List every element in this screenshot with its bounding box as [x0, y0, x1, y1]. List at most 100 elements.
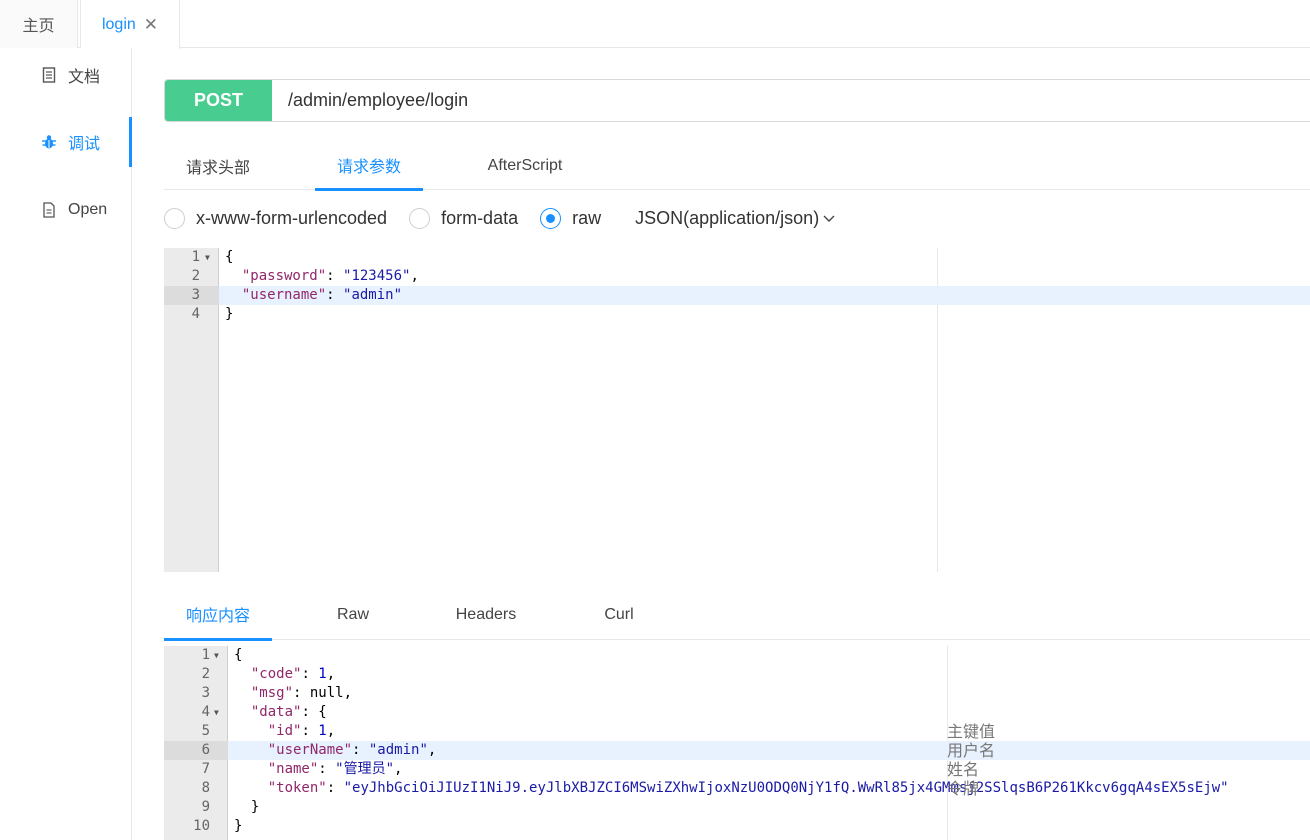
radio-raw[interactable]: raw — [540, 207, 602, 229]
radio-circle[interactable] — [164, 207, 185, 229]
http-method-badge[interactable]: POST — [165, 80, 272, 121]
radio-circle-selected[interactable] — [540, 207, 562, 229]
json-value: 1 — [318, 666, 327, 682]
content-type-label: JSON(application/json) — [635, 207, 820, 228]
sidebar-item-docs-label: 文档 — [68, 69, 101, 86]
code-line: "userName": "admin", — [267, 742, 437, 758]
code-line: { — [234, 647, 243, 663]
code-line: "code": 1, — [250, 666, 336, 682]
sidebar-item-debug-label: 调试 — [68, 136, 101, 153]
request-body-editor[interactable]: 1 ▼ 2 3 4 { "password": "123456", "usern… — [164, 248, 1310, 572]
field-annotation: 用户名 — [947, 741, 996, 760]
line-number: 7 — [201, 761, 210, 777]
field-annotation: 姓名 — [947, 760, 980, 779]
url-input[interactable]: /admin/employee/login — [272, 80, 468, 121]
file-icon — [40, 202, 58, 218]
fold-arrow-icon[interactable]: ▼ — [214, 708, 219, 717]
content-type-dropdown[interactable]: JSON(application/json) — [635, 208, 835, 229]
sidebar-item-debug[interactable]: 调试 — [0, 117, 132, 167]
side-nav: 文档 调试 Open — [0, 48, 132, 840]
line-number: 1 — [201, 647, 210, 663]
radio-urlencoded-label: x-www-form-urlencoded — [196, 207, 388, 228]
json-value: "eyJhbGciOiJIUzI1NiJ9.eyJlbXBJZCI6MSwiZX… — [343, 780, 1229, 796]
line-number: 1 — [191, 249, 200, 265]
body-type-selector: x-www-form-urlencoded form-data raw JSON… — [164, 200, 835, 236]
code-line: { — [225, 248, 233, 267]
json-value: "admin" — [368, 742, 428, 758]
tab-login-label: login — [101, 15, 136, 33]
chevron-down-icon — [823, 210, 835, 226]
tab-login[interactable]: login ✕ — [80, 0, 180, 49]
close-icon[interactable]: ✕ — [144, 15, 158, 35]
radio-raw-label: raw — [572, 207, 602, 228]
json-key: "token" — [267, 780, 327, 796]
line-number: 9 — [201, 799, 210, 815]
line-number: 6 — [164, 741, 228, 760]
json-key: "code" — [250, 666, 302, 682]
code-line: "msg": null, — [250, 685, 353, 701]
json-key: "name" — [267, 761, 319, 777]
sidebar-item-open-label: Open — [68, 201, 108, 218]
radio-urlencoded[interactable]: x-www-form-urlencoded — [164, 207, 388, 229]
field-annotation: 令牌 — [947, 779, 980, 798]
line-number: 4 — [191, 306, 200, 322]
json-colon: : — [326, 287, 344, 303]
json-brace: } — [225, 306, 234, 322]
response-tabs: 响应内容 Raw Headers Curl — [164, 590, 1310, 641]
line-number: 2 — [201, 666, 210, 682]
tab-request-params[interactable]: 请求参数 — [315, 142, 423, 191]
radio-form-data-label: form-data — [441, 207, 519, 228]
tab-afterscript[interactable]: AfterScript — [466, 142, 584, 190]
code-line: "token": "eyJhbGciOiJIUzI1NiJ9.eyJlbXBJZ… — [267, 780, 1229, 796]
sidebar-item-open[interactable]: Open — [0, 185, 132, 235]
radio-form-data[interactable]: form-data — [409, 207, 519, 229]
url-bar: POST /admin/employee/login — [164, 79, 1310, 122]
fold-arrow-icon[interactable]: ▼ — [205, 253, 210, 262]
bug-icon — [40, 134, 58, 150]
tab-headers[interactable]: Headers — [436, 590, 536, 640]
tab-home-label: 主页 — [22, 18, 55, 35]
line-number: 5 — [201, 723, 210, 739]
line-number: 3 — [164, 286, 219, 305]
json-key: "username" — [241, 287, 327, 303]
tab-curl[interactable]: Curl — [574, 590, 664, 640]
code-line: } — [234, 799, 260, 815]
line-number: 10 — [193, 818, 210, 834]
field-annotation: 主键值 — [947, 722, 996, 741]
json-key: "password" — [241, 268, 327, 284]
code-line: "data": { — [250, 704, 327, 720]
json-key: "userName" — [267, 742, 353, 758]
line-number: 2 — [191, 268, 200, 284]
json-colon: : — [326, 268, 344, 284]
code-line: "name": "管理员", — [267, 761, 403, 777]
code-line: "id": 1, — [267, 723, 336, 739]
json-value: 1 — [318, 723, 327, 739]
request-tabs: 请求头部 请求参数 AfterScript — [164, 142, 1310, 191]
tab-raw[interactable]: Raw — [304, 590, 402, 640]
tab-request-headers[interactable]: 请求头部 — [164, 142, 272, 190]
document-icon — [40, 67, 58, 83]
tab-response-content[interactable]: 响应内容 — [164, 590, 272, 641]
code-line: "password": "123456", — [225, 267, 419, 286]
json-brace: { — [225, 249, 234, 265]
code-line: "username": "admin" — [225, 286, 402, 305]
json-value: "123456" — [343, 268, 411, 284]
radio-circle[interactable] — [409, 207, 431, 229]
json-key: "msg" — [250, 685, 294, 701]
response-body-viewer[interactable]: 1 ▼ 2 3 4 ▼ 5 6 7 8 9 10 { "code": 1, "m… — [164, 646, 1310, 840]
fold-arrow-icon[interactable]: ▼ — [214, 651, 219, 660]
json-key: "id" — [267, 723, 302, 739]
line-number: 8 — [201, 780, 210, 796]
json-value: "管理员" — [335, 761, 395, 777]
sidebar-item-docs[interactable]: 文档 — [0, 50, 132, 100]
top-tab-bar: 主页 login ✕ — [0, 0, 1310, 49]
json-value: null — [309, 685, 344, 701]
tab-home[interactable]: 主页 — [0, 0, 78, 48]
code-line: } — [234, 818, 243, 834]
line-number: 4 — [201, 704, 210, 720]
json-value: "admin" — [343, 287, 403, 303]
json-key: "data" — [250, 704, 302, 720]
line-number: 3 — [201, 685, 210, 701]
json-comma: , — [410, 268, 419, 284]
code-line: } — [225, 305, 233, 324]
